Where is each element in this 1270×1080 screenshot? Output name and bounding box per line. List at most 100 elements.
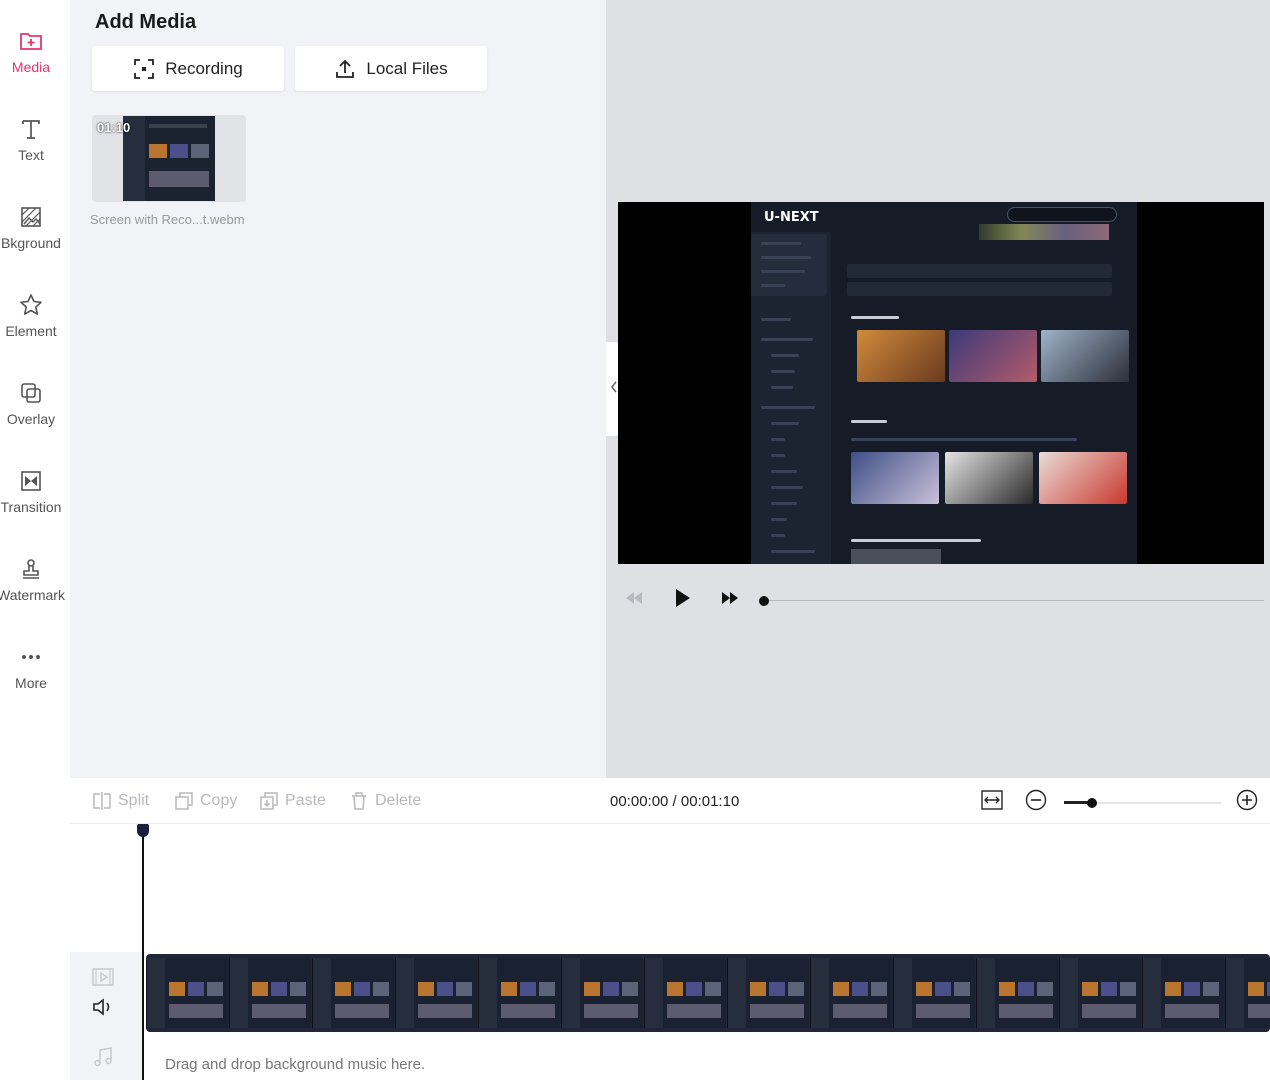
video-tile	[945, 452, 1033, 504]
video-tile	[949, 330, 1037, 382]
video-logo-text: U-NEXT	[764, 210, 819, 225]
screen-record-icon	[133, 58, 155, 80]
panel-title: Add Media	[95, 11, 197, 33]
clip-frame	[146, 958, 228, 1028]
upload-icon	[334, 58, 356, 80]
zoom-in-button[interactable]	[1235, 789, 1259, 816]
rewind-button[interactable]	[622, 589, 646, 611]
copy-label: Copy	[200, 792, 238, 809]
media-folder-icon	[18, 28, 44, 54]
delete-label: Delete	[375, 792, 422, 809]
video-clip[interactable]	[146, 954, 1270, 1032]
split-icon	[92, 791, 112, 811]
nav-item-label: Bkground	[1, 235, 61, 251]
nav-item-transition[interactable]: Transition	[0, 466, 62, 536]
volume-icon[interactable]	[91, 996, 115, 1018]
timeline-toolbar: Split Copy Paste Delete 00:00:00 / 00:01…	[70, 778, 1270, 824]
video-frame-content: U-NEXT	[751, 202, 1137, 564]
clip-frame	[478, 958, 560, 1028]
timeline-playhead[interactable]	[142, 824, 144, 1080]
nav-item-label: Overlay	[6, 411, 56, 427]
copy-icon	[174, 791, 194, 811]
play-icon	[675, 588, 691, 613]
playback-progress-knob[interactable]	[759, 596, 769, 606]
nav-item-label: Watermark	[0, 587, 65, 603]
background-music-dropzone[interactable]: Drag and drop background music here.	[165, 1056, 425, 1073]
zoom-out-button[interactable]	[1024, 789, 1048, 816]
nav-item-label: Element	[5, 323, 57, 339]
media-duration: 01:10	[97, 120, 131, 135]
background-icon	[18, 204, 44, 230]
nav-item-element[interactable]: Element	[0, 290, 62, 360]
copy-button[interactable]: Copy	[174, 791, 237, 811]
music-note-icon	[91, 1046, 115, 1068]
nav-item-label: Text	[18, 147, 44, 163]
media-panel: Add Media Recording Local Files 01:10 Sc…	[70, 0, 606, 778]
split-label: Split	[118, 792, 150, 809]
zoom-out-icon	[1025, 789, 1047, 816]
clip-frame	[395, 958, 477, 1028]
fit-timeline-button[interactable]	[980, 789, 1004, 814]
text-icon	[18, 116, 44, 142]
zoom-in-icon	[1236, 789, 1258, 816]
clip-frame	[1225, 958, 1270, 1028]
timeline-panel: Split Copy Paste Delete 00:00:00 / 00:01…	[70, 778, 1270, 1080]
nav-item-media[interactable]: Media	[0, 26, 62, 96]
video-preview[interactable]: U-NEXT	[618, 202, 1264, 564]
clip-frame	[893, 958, 975, 1028]
stamp-icon	[18, 556, 44, 582]
fast-forward-button[interactable]	[718, 589, 742, 611]
video-search-box	[1007, 207, 1117, 222]
nav-item-background[interactable]: Bkground	[0, 202, 62, 272]
video-tile	[1041, 330, 1129, 382]
nav-item-text[interactable]: Text	[0, 114, 62, 184]
trash-icon	[349, 791, 369, 811]
star-icon	[18, 292, 44, 318]
video-sidebar	[751, 232, 831, 564]
delete-button[interactable]: Delete	[349, 791, 421, 811]
media-thumbnail[interactable]: 01:10	[92, 115, 246, 202]
media-filename: Screen with Reco...t.webm	[90, 212, 245, 227]
nav-item-watermark[interactable]: Watermark	[0, 554, 65, 624]
play-button[interactable]	[671, 588, 695, 613]
more-dots-icon	[18, 644, 44, 670]
clip-frame	[1059, 958, 1141, 1028]
clip-frame	[561, 958, 643, 1028]
clip-frame	[1142, 958, 1224, 1028]
left-nav-rail: Media Text Bkground Element Overlay Tran…	[0, 0, 70, 1080]
nav-item-more[interactable]: More	[0, 642, 62, 712]
track-labels	[70, 952, 143, 1080]
time-readout: 00:00:00 / 00:01:10	[610, 793, 740, 810]
clip-frame	[976, 958, 1058, 1028]
local-files-button[interactable]: Local Files	[295, 46, 487, 91]
paste-button[interactable]: Paste	[259, 791, 326, 811]
nav-item-label: Transition	[0, 499, 62, 515]
preview-area: U-NEXT	[606, 0, 1270, 778]
nav-item-overlay[interactable]: Overlay	[0, 378, 62, 448]
playback-controls	[618, 585, 1270, 615]
nav-item-label: Media	[11, 59, 51, 75]
fast-forward-icon	[720, 591, 740, 610]
clip-frame	[312, 958, 394, 1028]
playhead-handle[interactable]	[137, 824, 149, 837]
chevron-left-icon	[610, 380, 618, 398]
clip-frame	[810, 958, 892, 1028]
playback-progress-track[interactable]	[764, 600, 1264, 601]
recording-button[interactable]: Recording	[92, 46, 284, 91]
overlay-icon	[18, 380, 44, 406]
clip-frame	[727, 958, 809, 1028]
video-tile	[857, 330, 945, 382]
video-tile	[851, 452, 939, 504]
thumbnail-preview-image	[123, 116, 215, 201]
video-notice-bar	[847, 282, 1112, 296]
zoom-slider-knob[interactable]	[1087, 798, 1097, 808]
nav-item-label: More	[15, 675, 47, 691]
paste-icon	[259, 791, 279, 811]
split-button[interactable]: Split	[92, 791, 149, 811]
video-notice-bar	[847, 264, 1112, 278]
transition-icon	[18, 468, 44, 494]
paste-label: Paste	[285, 792, 326, 809]
video-tile	[1039, 452, 1127, 504]
clip-frame	[229, 958, 311, 1028]
recording-label: Recording	[165, 58, 243, 78]
